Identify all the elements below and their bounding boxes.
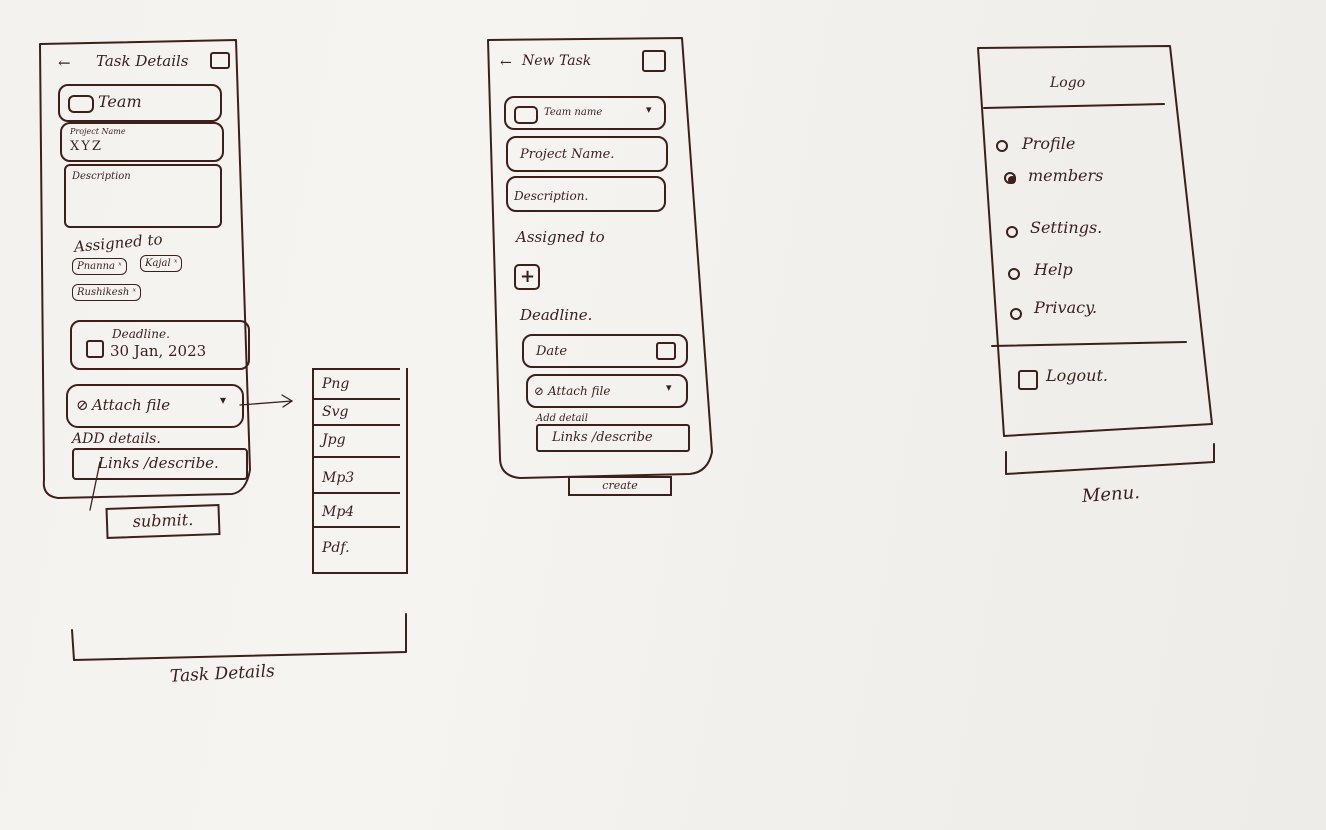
members-radio-icon xyxy=(1004,172,1016,184)
deadline-field[interactable]: Deadline. 30 Jan, 2023 xyxy=(70,320,250,370)
menu-caption: Menu. xyxy=(1081,482,1141,507)
team-field[interactable]: Team xyxy=(58,84,222,122)
project-name-input[interactable]: Project Name. xyxy=(506,136,668,172)
team-name-select[interactable]: Team name ▾ xyxy=(504,96,666,130)
logout-label: Logout. xyxy=(1046,366,1108,385)
logout-icon xyxy=(1018,370,1038,390)
back-arrow-icon[interactable]: ← xyxy=(500,56,512,70)
project-name-value: XYZ xyxy=(70,139,103,154)
deadline-date: 30 Jan, 2023 xyxy=(110,342,207,360)
paperclip-icon: ⊘ xyxy=(534,384,545,398)
file-type-option[interactable]: Jpg xyxy=(314,424,400,456)
chevron-down-icon: ▾ xyxy=(666,381,672,394)
chevron-down-icon: ▾ xyxy=(646,103,652,116)
project-name-field[interactable]: Project Name XYZ xyxy=(60,122,224,162)
date-input[interactable]: Date xyxy=(522,334,688,368)
calendar-icon xyxy=(86,340,104,358)
team-label: Team xyxy=(98,92,142,111)
create-button[interactable]: create xyxy=(568,476,672,496)
profile-radio-icon xyxy=(996,140,1008,152)
menu-square-icon[interactable] xyxy=(642,50,666,72)
plus-icon: + xyxy=(520,266,536,287)
links-field[interactable]: Links /describe. xyxy=(72,448,248,480)
description-label: Description xyxy=(72,171,131,182)
description-field[interactable]: Description xyxy=(64,164,222,228)
attach-file-label: Attach file xyxy=(548,384,611,398)
assigned-label: Assigned to xyxy=(516,228,605,246)
description-input[interactable]: Description. xyxy=(506,176,666,212)
chevron-down-icon: ▾ xyxy=(220,393,227,407)
calendar-icon[interactable] xyxy=(656,342,676,360)
file-type-list: Png Svg Jpg Mp3 Mp4 Pdf. xyxy=(312,368,408,574)
assignee-chip[interactable]: Kajal ˣ xyxy=(140,255,183,272)
menu-item-label: Privacy. xyxy=(1034,298,1098,317)
menu-logo-divider xyxy=(983,103,1165,109)
new-task-title: New Task xyxy=(522,53,592,69)
file-type-option[interactable]: Pdf. xyxy=(314,526,400,572)
menu-bracket xyxy=(1005,443,1215,475)
description-placeholder: Description. xyxy=(514,189,589,203)
deadline-label: Deadline. xyxy=(112,327,170,341)
add-assignee-button[interactable]: + xyxy=(514,264,540,290)
description-lines xyxy=(74,190,212,212)
project-name-caption: Project Name xyxy=(70,127,126,136)
team-name-label: Team name xyxy=(544,107,603,118)
date-placeholder: Date xyxy=(536,344,568,359)
project-name-placeholder: Project Name. xyxy=(520,147,615,162)
help-radio-icon xyxy=(1008,268,1020,280)
team-icon xyxy=(514,106,538,124)
menu-logo: Logo xyxy=(1050,75,1086,91)
team-icon xyxy=(68,95,94,113)
menu-item-label: Help xyxy=(1034,260,1073,279)
settings-radio-icon xyxy=(1006,226,1018,238)
file-type-option[interactable]: Mp3 xyxy=(314,456,400,492)
paperclip-icon: ⊘ xyxy=(76,396,89,414)
links-label: Links /describe xyxy=(552,430,653,445)
attach-file-label: Attach file xyxy=(92,396,171,414)
links-field[interactable]: Links /describe xyxy=(536,424,690,452)
submit-button[interactable]: submit. xyxy=(105,504,221,539)
task-details-bracket xyxy=(71,613,407,661)
file-type-option[interactable]: Mp4 xyxy=(314,492,400,526)
add-details-label: ADD details. xyxy=(72,431,161,447)
task-details-title: Task Details xyxy=(96,52,189,70)
back-arrow-icon[interactable]: ← xyxy=(58,56,71,71)
menu-item-label: members xyxy=(1028,166,1104,185)
menu-logout-divider xyxy=(991,341,1187,347)
assignee-chip[interactable]: Pnanna ˣ xyxy=(72,258,127,275)
privacy-radio-icon xyxy=(1010,308,1022,320)
assignee-chip[interactable]: Rushikesh ˣ xyxy=(72,284,142,301)
add-details-label: Add detail xyxy=(536,413,588,424)
file-type-option[interactable]: Png xyxy=(314,368,400,398)
menu-item-label: Profile xyxy=(1022,134,1076,153)
menu-square-icon[interactable] xyxy=(210,52,230,69)
links-label: Links /describe. xyxy=(98,454,219,472)
deadline-label: Deadline. xyxy=(520,306,593,324)
file-type-option[interactable]: Svg xyxy=(314,398,400,424)
attach-file-dropdown[interactable]: ⊘ Attach file ▾ xyxy=(66,384,244,428)
menu-item-label: Settings. xyxy=(1030,218,1103,237)
attach-file-dropdown[interactable]: ⊘ Attach file ▾ xyxy=(526,374,688,408)
